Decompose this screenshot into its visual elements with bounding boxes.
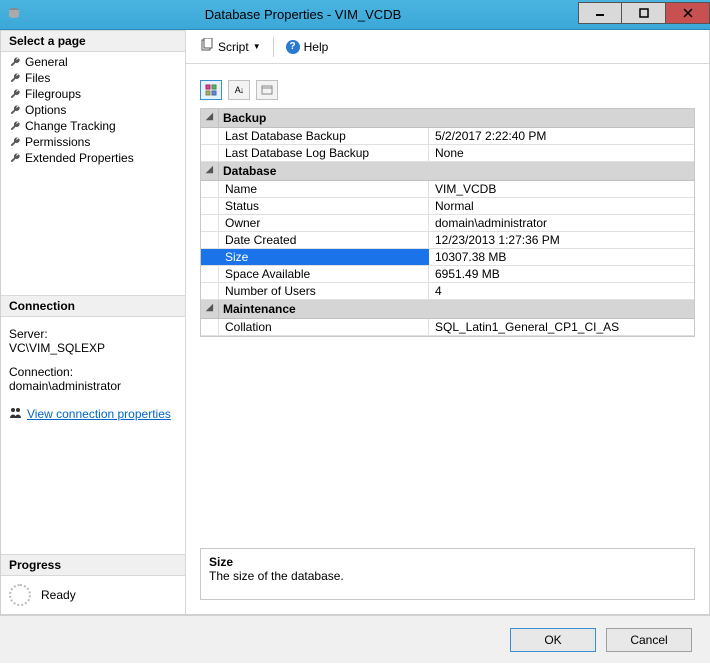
property-value: 5/2/2017 2:22:40 PM <box>429 128 694 144</box>
property-row[interactable]: Last Database Log BackupNone <box>201 145 694 162</box>
category-backup[interactable]: ◢Backup <box>201 109 694 128</box>
property-row[interactable]: Number of Users4 <box>201 283 694 300</box>
nav-item-permissions[interactable]: Permissions <box>1 134 185 150</box>
progress-status: Ready <box>41 588 76 602</box>
connection-value: domain\administrator <box>9 379 177 393</box>
select-page-header: Select a page <box>1 30 185 52</box>
progress-spinner-icon <box>9 584 31 606</box>
property-pages-button[interactable] <box>256 80 278 100</box>
property-value: SQL_Latin1_General_CP1_CI_AS <box>429 319 694 335</box>
footer: OK Cancel <box>0 615 710 663</box>
ok-button[interactable]: OK <box>510 628 596 652</box>
nav-item-files[interactable]: Files <box>1 70 185 86</box>
window-title: Database Properties - VIM_VCDB <box>28 7 578 22</box>
categorized-button[interactable] <box>200 80 222 100</box>
property-row[interactable]: Size10307.38 MB <box>201 249 694 266</box>
nav-item-general[interactable]: General <box>1 54 185 70</box>
description-panel: Size The size of the database. <box>200 548 695 600</box>
minimize-button[interactable] <box>578 2 622 24</box>
property-value: 12/23/2013 1:27:36 PM <box>429 232 694 248</box>
category-maintenance[interactable]: ◢Maintenance <box>201 300 694 319</box>
wrench-icon <box>9 152 21 164</box>
script-icon <box>200 38 214 55</box>
wrench-icon <box>9 120 21 132</box>
property-value: 4 <box>429 283 694 299</box>
progress-header: Progress <box>1 554 185 576</box>
property-name: Last Database Log Backup <box>219 145 429 161</box>
property-value: VIM_VCDB <box>429 181 694 197</box>
property-name: Number of Users <box>219 283 429 299</box>
property-row[interactable]: CollationSQL_Latin1_General_CP1_CI_AS <box>201 319 694 336</box>
connection-label: Connection: <box>9 365 177 379</box>
titlebar: Database Properties - VIM_VCDB <box>0 0 710 30</box>
script-button[interactable]: Script ▼ <box>196 36 265 57</box>
left-panel: Select a page GeneralFilesFilegroupsOpti… <box>1 30 185 614</box>
collapse-icon: ◢ <box>201 162 219 180</box>
right-panel: Script ▼ ? Help A↓ ◢BackupLast Database … <box>185 30 709 614</box>
nav-item-extended-properties[interactable]: Extended Properties <box>1 150 185 166</box>
wrench-icon <box>9 104 21 116</box>
property-row[interactable]: Space Available6951.49 MB <box>201 266 694 283</box>
wrench-icon <box>9 56 21 68</box>
nav-item-filegroups[interactable]: Filegroups <box>1 86 185 102</box>
property-name: Last Database Backup <box>219 128 429 144</box>
collapse-icon: ◢ <box>201 300 219 318</box>
property-grid[interactable]: ◢BackupLast Database Backup5/2/2017 2:22… <box>200 108 695 337</box>
property-row[interactable]: Last Database Backup5/2/2017 2:22:40 PM <box>201 128 694 145</box>
property-value: None <box>429 145 694 161</box>
toolbar: Script ▼ ? Help <box>186 30 709 64</box>
property-name: Status <box>219 198 429 214</box>
server-value: VC\VIM_SQLEXP <box>9 341 177 355</box>
property-name: Size <box>219 249 429 265</box>
nav-item-options[interactable]: Options <box>1 102 185 118</box>
wrench-icon <box>9 88 21 100</box>
property-name: Date Created <box>219 232 429 248</box>
connection-header: Connection <box>1 295 185 317</box>
maximize-button[interactable] <box>622 2 666 24</box>
app-icon <box>0 6 28 23</box>
property-row[interactable]: Ownerdomain\administrator <box>201 215 694 232</box>
close-button[interactable] <box>666 2 710 24</box>
property-row[interactable]: NameVIM_VCDB <box>201 181 694 198</box>
wrench-icon <box>9 72 21 84</box>
description-text: The size of the database. <box>209 569 686 583</box>
property-value: domain\administrator <box>429 215 694 231</box>
nav-item-change-tracking[interactable]: Change Tracking <box>1 118 185 134</box>
collapse-icon: ◢ <box>201 109 219 127</box>
property-name: Space Available <box>219 266 429 282</box>
help-icon: ? <box>286 40 300 54</box>
help-button[interactable]: ? Help <box>282 38 333 56</box>
page-list: GeneralFilesFilegroupsOptionsChange Trac… <box>1 52 185 168</box>
people-icon <box>9 407 23 422</box>
description-title: Size <box>209 555 686 569</box>
property-row[interactable]: Date Created12/23/2013 1:27:36 PM <box>201 232 694 249</box>
property-value: Normal <box>429 198 694 214</box>
cancel-button[interactable]: Cancel <box>606 628 692 652</box>
property-value: 6951.49 MB <box>429 266 694 282</box>
dropdown-icon: ▼ <box>253 42 261 51</box>
property-value: 10307.38 MB <box>429 249 694 265</box>
category-database[interactable]: ◢Database <box>201 162 694 181</box>
alphabetical-button[interactable]: A↓ <box>228 80 250 100</box>
view-connection-properties-link[interactable]: View connection properties <box>9 407 177 422</box>
property-row[interactable]: StatusNormal <box>201 198 694 215</box>
server-label: Server: <box>9 327 177 341</box>
property-name: Owner <box>219 215 429 231</box>
property-name: Name <box>219 181 429 197</box>
wrench-icon <box>9 136 21 148</box>
property-name: Collation <box>219 319 429 335</box>
